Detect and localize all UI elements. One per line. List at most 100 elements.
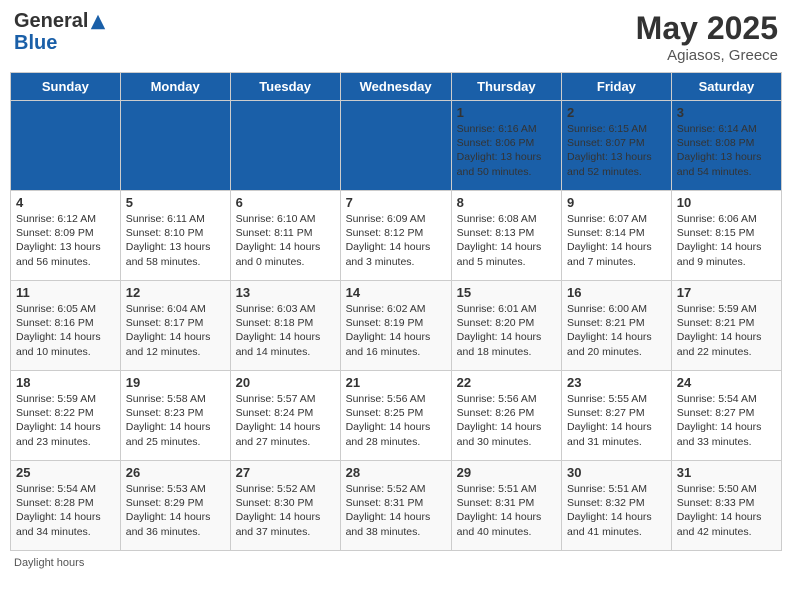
title-block: May 2025 Agiasos, Greece — [636, 10, 778, 64]
cell-info: Sunrise: 5:52 AM Sunset: 8:30 PM Dayligh… — [236, 482, 335, 539]
cell-info: Sunrise: 6:02 AM Sunset: 8:19 PM Dayligh… — [346, 302, 446, 359]
calendar-cell: 28 Sunrise: 5:52 AM Sunset: 8:31 PM Dayli… — [340, 461, 451, 551]
cell-info: Sunrise: 5:50 AM Sunset: 8:33 PM Dayligh… — [677, 482, 776, 539]
cell-info: Sunrise: 5:56 AM Sunset: 8:25 PM Dayligh… — [346, 392, 446, 449]
logo-icon — [89, 13, 107, 31]
calendar-cell — [340, 101, 451, 191]
day-number: 3 — [677, 105, 776, 120]
day-number: 13 — [236, 285, 335, 300]
logo-blue: Blue — [14, 32, 107, 54]
day-number: 4 — [16, 195, 115, 210]
calendar-week-3: 11 Sunrise: 6:05 AM Sunset: 8:16 PM Dayli… — [11, 281, 782, 371]
day-number: 30 — [567, 465, 666, 480]
cell-info: Sunrise: 5:59 AM Sunset: 8:22 PM Dayligh… — [16, 392, 115, 449]
day-number: 19 — [126, 375, 225, 390]
cell-info: Sunrise: 5:54 AM Sunset: 8:28 PM Dayligh… — [16, 482, 115, 539]
day-number: 22 — [457, 375, 556, 390]
day-header-monday: Monday — [120, 73, 230, 101]
cell-info: Sunrise: 6:04 AM Sunset: 8:17 PM Dayligh… — [126, 302, 225, 359]
cell-info: Sunrise: 5:57 AM Sunset: 8:24 PM Dayligh… — [236, 392, 335, 449]
cell-info: Sunrise: 5:56 AM Sunset: 8:26 PM Dayligh… — [457, 392, 556, 449]
day-header-wednesday: Wednesday — [340, 73, 451, 101]
calendar-cell: 24 Sunrise: 5:54 AM Sunset: 8:27 PM Dayli… — [671, 371, 781, 461]
calendar-cell: 1Sunrise: 6:16 AM Sunset: 8:06 PM Daylig… — [451, 101, 561, 191]
day-number: 7 — [346, 195, 446, 210]
calendar-cell: 10 Sunrise: 6:06 AM Sunset: 8:15 PM Dayli… — [671, 191, 781, 281]
day-number: 31 — [677, 465, 776, 480]
day-header-thursday: Thursday — [451, 73, 561, 101]
calendar-cell — [230, 101, 340, 191]
day-number: 21 — [346, 375, 446, 390]
day-number: 16 — [567, 285, 666, 300]
day-header-sunday: Sunday — [11, 73, 121, 101]
calendar-cell: 19 Sunrise: 5:58 AM Sunset: 8:23 PM Dayli… — [120, 371, 230, 461]
calendar-cell: 17 Sunrise: 5:59 AM Sunset: 8:21 PM Dayli… — [671, 281, 781, 371]
page-header: General Blue May 2025 Agiasos, Greece — [10, 10, 782, 64]
calendar-week-5: 25 Sunrise: 5:54 AM Sunset: 8:28 PM Dayli… — [11, 461, 782, 551]
cell-info: Sunrise: 5:54 AM Sunset: 8:27 PM Dayligh… — [677, 392, 776, 449]
day-number: 28 — [346, 465, 446, 480]
calendar-cell: 25 Sunrise: 5:54 AM Sunset: 8:28 PM Dayli… — [11, 461, 121, 551]
cell-info: Sunrise: 5:51 AM Sunset: 8:31 PM Dayligh… — [457, 482, 556, 539]
cell-info: Sunrise: 6:10 AM Sunset: 8:11 PM Dayligh… — [236, 212, 335, 269]
cell-info: Sunrise: 5:58 AM Sunset: 8:23 PM Dayligh… — [126, 392, 225, 449]
cell-info: Sunrise: 5:51 AM Sunset: 8:32 PM Dayligh… — [567, 482, 666, 539]
footer-text: Daylight hours — [10, 557, 782, 569]
calendar-cell: 5 Sunrise: 6:11 AM Sunset: 8:10 PM Daylig… — [120, 191, 230, 281]
calendar-cell: 22 Sunrise: 5:56 AM Sunset: 8:26 PM Dayli… — [451, 371, 561, 461]
cell-info: Sunrise: 5:52 AM Sunset: 8:31 PM Dayligh… — [346, 482, 446, 539]
cell-info: Sunrise: 6:07 AM Sunset: 8:14 PM Dayligh… — [567, 212, 666, 269]
calendar-cell: 26 Sunrise: 5:53 AM Sunset: 8:29 PM Dayli… — [120, 461, 230, 551]
day-number: 25 — [16, 465, 115, 480]
day-number: 10 — [677, 195, 776, 210]
logo: General Blue — [14, 10, 107, 54]
day-number: 6 — [236, 195, 335, 210]
cell-info: Sunrise: 6:12 AM Sunset: 8:09 PM Dayligh… — [16, 212, 115, 269]
location: Agiasos, Greece — [636, 47, 778, 64]
cell-info: Sunrise: 6:15 AM Sunset: 8:07 PM Dayligh… — [567, 122, 666, 179]
calendar-cell: 9Sunrise: 6:07 AM Sunset: 8:14 PM Daylig… — [562, 191, 672, 281]
day-number: 24 — [677, 375, 776, 390]
day-number: 12 — [126, 285, 225, 300]
day-number: 26 — [126, 465, 225, 480]
day-number: 8 — [457, 195, 556, 210]
cell-info: Sunrise: 6:03 AM Sunset: 8:18 PM Dayligh… — [236, 302, 335, 359]
calendar-cell: 15Sunrise: 6:01 AM Sunset: 8:20 PM Dayli… — [451, 281, 561, 371]
cell-info: Sunrise: 6:05 AM Sunset: 8:16 PM Dayligh… — [16, 302, 115, 359]
day-number: 27 — [236, 465, 335, 480]
calendar-week-2: 4 Sunrise: 6:12 AM Sunset: 8:09 PM Daylig… — [11, 191, 782, 281]
day-number: 20 — [236, 375, 335, 390]
logo-general: General — [14, 10, 88, 32]
day-number: 1 — [457, 105, 556, 120]
calendar-cell: 18Sunrise: 5:59 AM Sunset: 8:22 PM Dayli… — [11, 371, 121, 461]
calendar-cell: 16Sunrise: 6:00 AM Sunset: 8:21 PM Dayli… — [562, 281, 672, 371]
day-header-tuesday: Tuesday — [230, 73, 340, 101]
cell-info: Sunrise: 6:09 AM Sunset: 8:12 PM Dayligh… — [346, 212, 446, 269]
day-number: 17 — [677, 285, 776, 300]
day-number: 29 — [457, 465, 556, 480]
day-number: 14 — [346, 285, 446, 300]
calendar-cell: 27 Sunrise: 5:52 AM Sunset: 8:30 PM Dayli… — [230, 461, 340, 551]
cell-info: Sunrise: 6:11 AM Sunset: 8:10 PM Dayligh… — [126, 212, 225, 269]
calendar-cell — [11, 101, 121, 191]
cell-info: Sunrise: 5:53 AM Sunset: 8:29 PM Dayligh… — [126, 482, 225, 539]
day-number: 11 — [16, 285, 115, 300]
calendar-cell: 21 Sunrise: 5:56 AM Sunset: 8:25 PM Dayli… — [340, 371, 451, 461]
cell-info: Sunrise: 6:06 AM Sunset: 8:15 PM Dayligh… — [677, 212, 776, 269]
day-number: 23 — [567, 375, 666, 390]
calendar-cell: 2Sunrise: 6:15 AM Sunset: 8:07 PM Daylig… — [562, 101, 672, 191]
day-number: 5 — [126, 195, 225, 210]
calendar-table: SundayMondayTuesdayWednesdayThursdayFrid… — [10, 72, 782, 551]
cell-info: Sunrise: 6:08 AM Sunset: 8:13 PM Dayligh… — [457, 212, 556, 269]
calendar-cell: 8 Sunrise: 6:08 AM Sunset: 8:13 PM Daylig… — [451, 191, 561, 281]
calendar-cell: 23 Sunrise: 5:55 AM Sunset: 8:27 PM Dayli… — [562, 371, 672, 461]
calendar-cell: 13 Sunrise: 6:03 AM Sunset: 8:18 PM Dayli… — [230, 281, 340, 371]
calendar-week-1: 1Sunrise: 6:16 AM Sunset: 8:06 PM Daylig… — [11, 101, 782, 191]
cell-info: Sunrise: 5:59 AM Sunset: 8:21 PM Dayligh… — [677, 302, 776, 359]
calendar-week-4: 18Sunrise: 5:59 AM Sunset: 8:22 PM Dayli… — [11, 371, 782, 461]
day-header-saturday: Saturday — [671, 73, 781, 101]
calendar-cell: 6 Sunrise: 6:10 AM Sunset: 8:11 PM Daylig… — [230, 191, 340, 281]
cell-info: Sunrise: 5:55 AM Sunset: 8:27 PM Dayligh… — [567, 392, 666, 449]
calendar-cell: 3Sunrise: 6:14 AM Sunset: 8:08 PM Daylig… — [671, 101, 781, 191]
day-header-friday: Friday — [562, 73, 672, 101]
